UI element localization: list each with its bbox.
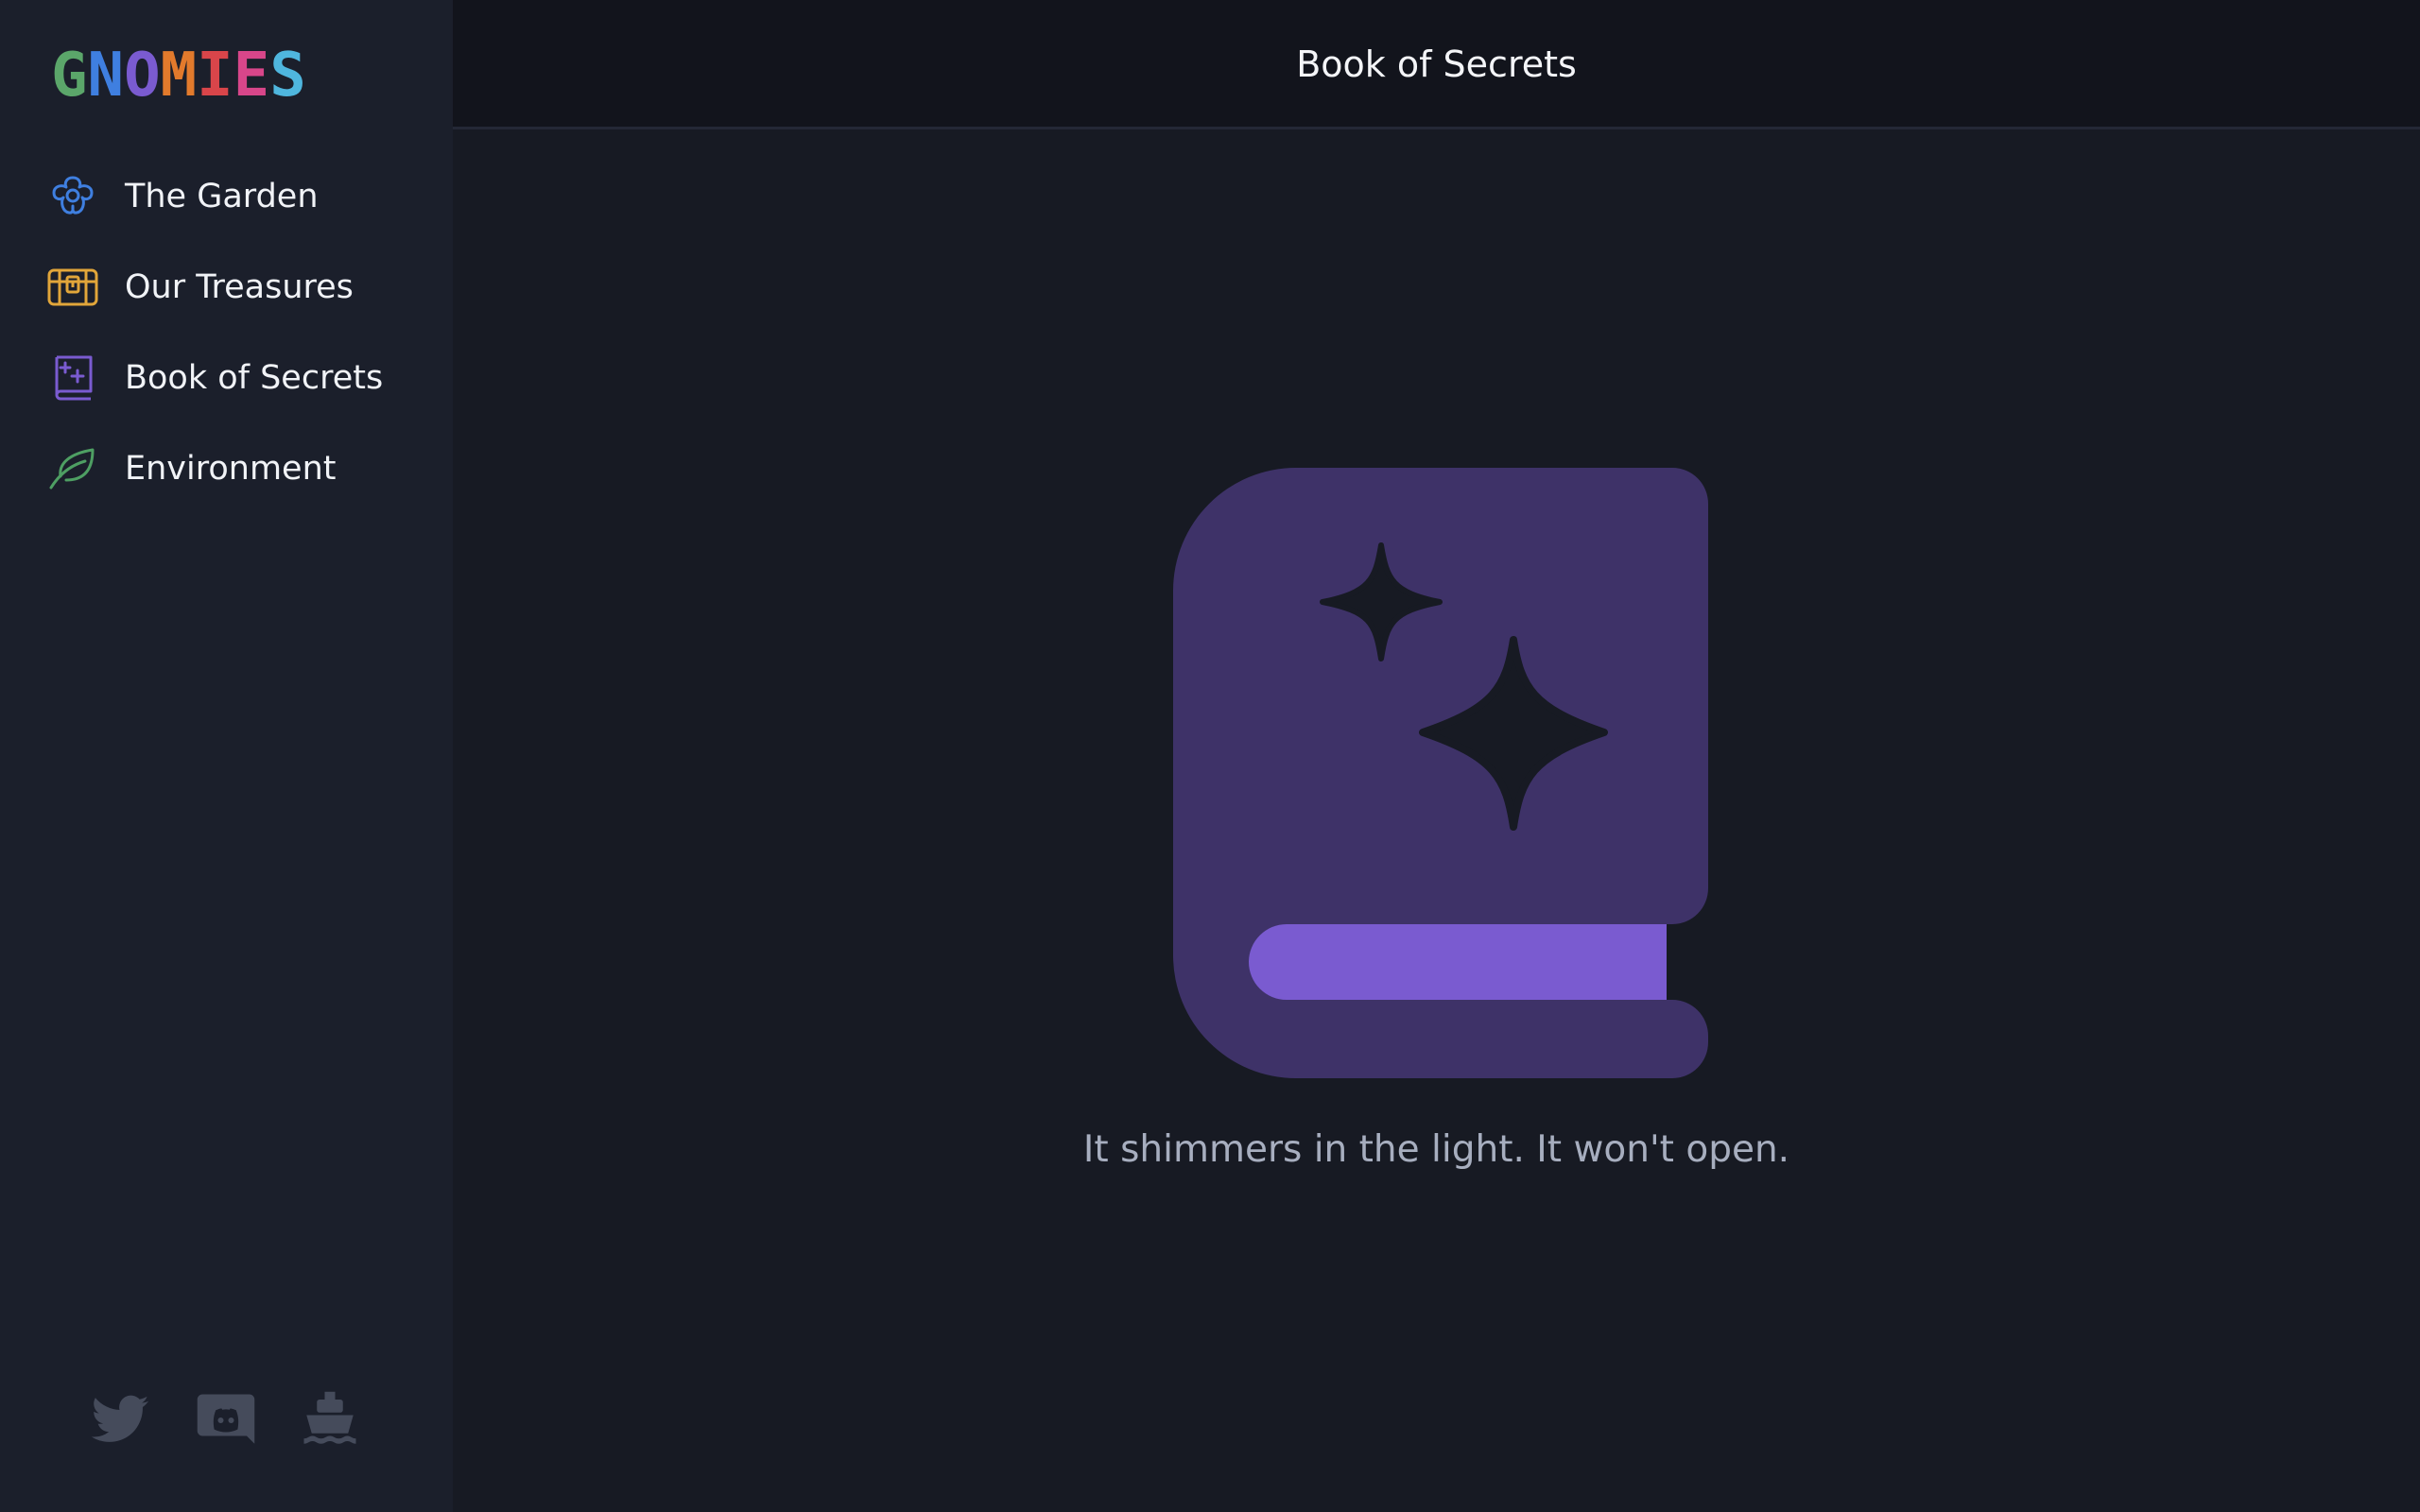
top-bar: Book of Secrets	[453, 0, 2420, 129]
leaf-icon	[47, 444, 98, 493]
logo-letter: I	[197, 41, 233, 111]
twitter-icon[interactable]	[89, 1389, 151, 1452]
sidebar-item-label: Book of Secrets	[125, 359, 384, 397]
social-links	[0, 1389, 453, 1455]
sidebar-item-label: Our Treasures	[125, 268, 354, 306]
main-content: It shimmers in the light. It won't open.	[453, 129, 2420, 1512]
sparkle-book-icon	[47, 353, 98, 403]
empty-state-caption: It shimmers in the light. It won't open.	[1082, 1128, 1790, 1171]
sidebar-item-our-treasures[interactable]: Our Treasures	[0, 242, 453, 333]
sidebar-nav: The Garden Our Treasures Book of Secrets…	[0, 151, 453, 514]
flower-icon	[47, 172, 98, 221]
sidebar-item-label: Environment	[125, 450, 337, 488]
logo-letter: N	[87, 41, 125, 111]
sidebar-item-book-of-secrets[interactable]: Book of Secrets	[0, 333, 453, 423]
app-window: GNOMIES The Garden Our Treasures Book of…	[0, 0, 2420, 1512]
logo-letter: S	[269, 41, 306, 111]
sidebar-item-the-garden[interactable]: The Garden	[0, 151, 453, 242]
gnomies-logo[interactable]: GNOMIES	[51, 41, 401, 111]
treasure-chest-icon	[47, 263, 98, 312]
logo-letter: G	[51, 41, 88, 111]
boat-icon[interactable]	[299, 1389, 361, 1452]
sidebar-item-environment[interactable]: Environment	[0, 423, 453, 514]
sidebar-item-label: The Garden	[125, 178, 319, 215]
logo-letter: M	[160, 41, 198, 111]
sidebar: GNOMIES The Garden Our Treasures Book of…	[0, 0, 453, 1512]
page-title: Book of Secrets	[1296, 43, 1577, 85]
logo-letter: E	[233, 41, 270, 111]
logo-letter: O	[124, 41, 161, 111]
locked-sparkle-book-icon	[1173, 468, 1708, 1078]
discord-icon[interactable]	[195, 1389, 257, 1452]
